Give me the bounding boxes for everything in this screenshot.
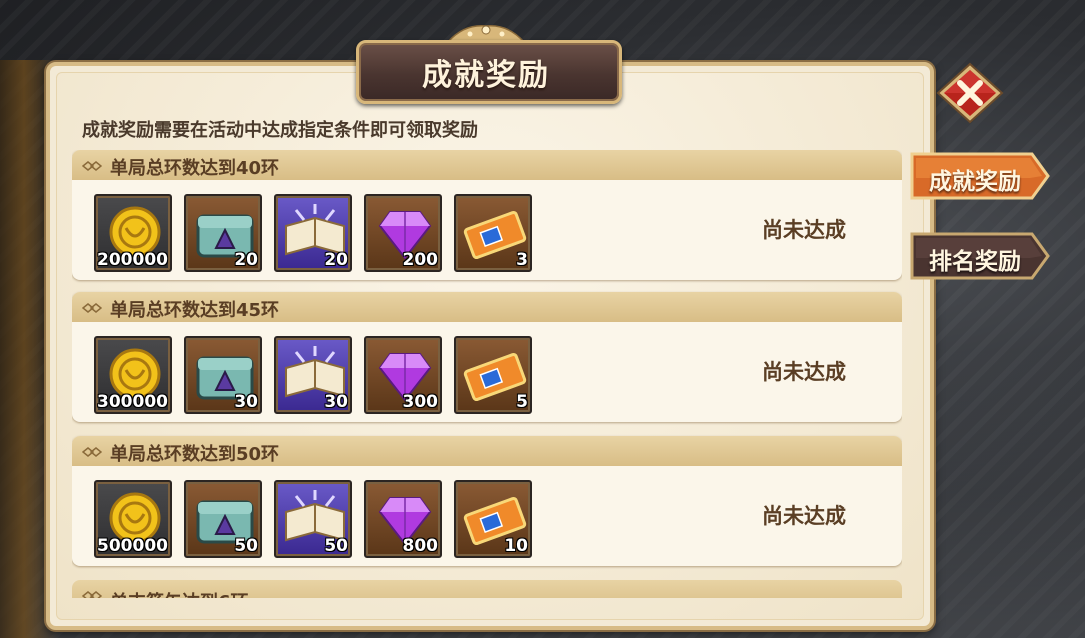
- reward-count: 200: [402, 250, 439, 270]
- status-text: 尚未达成: [762, 360, 846, 384]
- tab-label: 成就奖励: [929, 169, 1021, 195]
- reward-item-book[interactable]: 20: [274, 194, 352, 272]
- achievement-entry: 单局总环数达到40环 200000 20 20 200 3 尚未达成: [72, 150, 902, 280]
- diamond-ornament-icon: [82, 161, 102, 171]
- diamond-ornament-icon: [82, 591, 102, 598]
- entry-title: 单局总环数达到45环: [110, 300, 280, 321]
- entry-header: 单局总环数达到40环: [72, 150, 902, 180]
- reward-count: 3: [516, 250, 528, 270]
- reward-item-gold[interactable]: 200000: [94, 194, 172, 272]
- reward-count: 20: [234, 250, 258, 270]
- status-text: 尚未达成: [762, 218, 846, 242]
- panel-description: 成就奖励需要在活动中达成指定条件即可领取奖励: [82, 120, 478, 141]
- entry-title: 单局总环数达到50环: [110, 444, 280, 465]
- reward-count: 300000: [97, 392, 168, 412]
- reward-item-ticket[interactable]: 10: [454, 480, 532, 558]
- reward-count: 50: [234, 536, 258, 556]
- reward-count: 5: [516, 392, 528, 412]
- title-banner: 成就奖励: [356, 22, 622, 104]
- reward-count: 500000: [97, 536, 168, 556]
- achievement-entry-partial: 单支箭矢达到6环: [72, 580, 902, 598]
- achievement-entry: 单局总环数达到50环 500000 50 50 800 10 尚未达成: [72, 436, 902, 566]
- reward-count: 10: [504, 536, 528, 556]
- reward-count: 30: [234, 392, 258, 412]
- reward-item-chest[interactable]: 50: [184, 480, 262, 558]
- tab-label: 排名奖励: [929, 249, 1021, 275]
- reward-item-ticket[interactable]: 3: [454, 194, 532, 272]
- reward-item-book[interactable]: 30: [274, 336, 352, 414]
- reward-item-book[interactable]: 50: [274, 480, 352, 558]
- reward-count: 800: [402, 536, 439, 556]
- reward-count: 30: [324, 392, 348, 412]
- status-text: 尚未达成: [762, 504, 846, 528]
- close-button[interactable]: [936, 62, 1004, 124]
- reward-item-chest[interactable]: 30: [184, 336, 262, 414]
- reward-item-gold[interactable]: 500000: [94, 480, 172, 558]
- diamond-ornament-icon: [82, 447, 102, 457]
- reward-count: 200000: [97, 250, 168, 270]
- reward-count: 20: [324, 250, 348, 270]
- close-x-icon: [936, 62, 1004, 124]
- reward-item-gold[interactable]: 300000: [94, 336, 172, 414]
- reward-item-gem[interactable]: 300: [364, 336, 442, 414]
- reward-item-chest[interactable]: 20: [184, 194, 262, 272]
- achievement-list[interactable]: 单局总环数达到40环 200000 20 20 200 3 尚未达成 单局总环数…: [72, 150, 902, 598]
- reward-count: 300: [402, 392, 439, 412]
- entry-header: 单局总环数达到45环: [72, 292, 902, 322]
- entry-title: 单支箭矢达到6环: [110, 588, 249, 598]
- tab-ranking-reward[interactable]: 排名奖励: [910, 230, 1050, 282]
- reward-count: 50: [324, 536, 348, 556]
- entry-header: 单局总环数达到50环: [72, 436, 902, 466]
- tab-achievement-reward[interactable]: 成就奖励: [910, 150, 1050, 202]
- reward-item-gem[interactable]: 200: [364, 194, 442, 272]
- reward-item-gem[interactable]: 800: [364, 480, 442, 558]
- window-title: 成就奖励: [422, 58, 550, 93]
- achievement-entry: 单局总环数达到45环 300000 30 30 300 5 尚未达成: [72, 292, 902, 422]
- diamond-ornament-icon: [82, 303, 102, 313]
- reward-item-ticket[interactable]: 5: [454, 336, 532, 414]
- entry-title: 单局总环数达到40环: [110, 158, 280, 179]
